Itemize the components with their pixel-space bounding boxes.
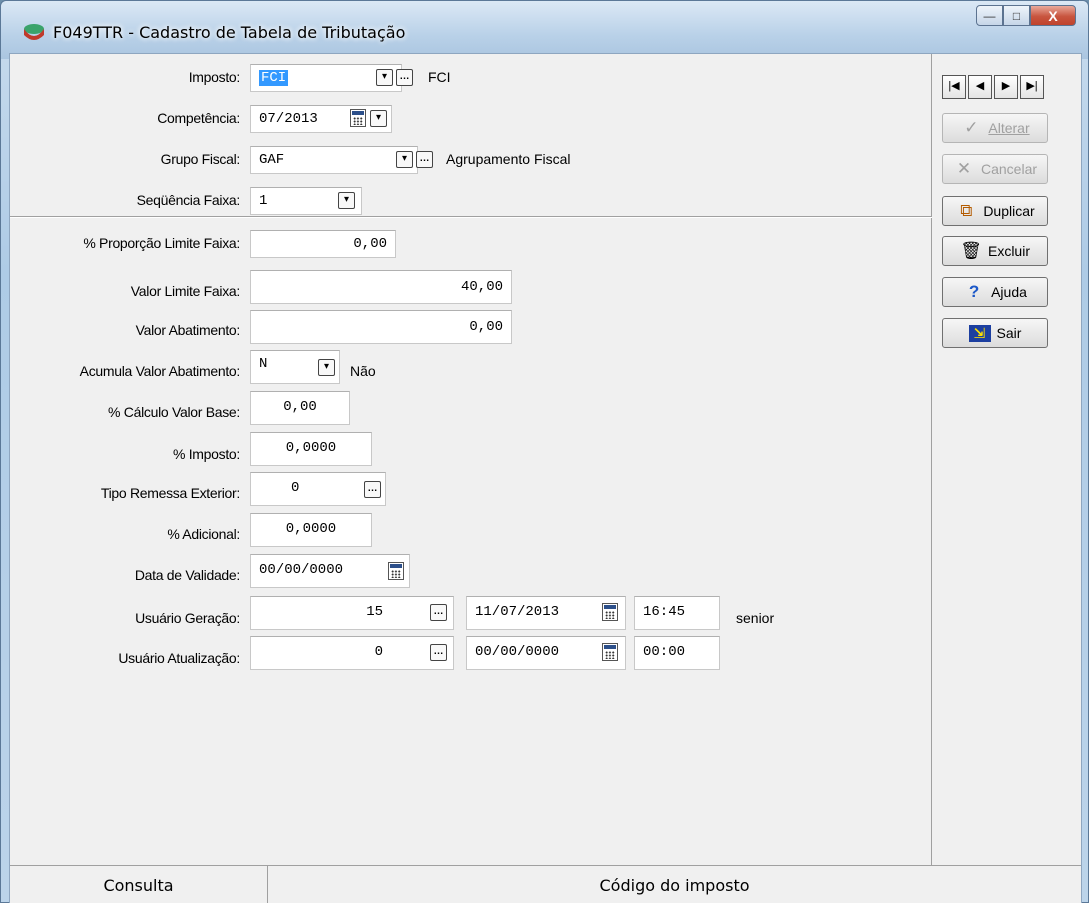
data-validade-input[interactable]: 00/00/0000 bbox=[250, 554, 410, 588]
calendar-icon[interactable] bbox=[350, 109, 366, 127]
valor-limite-input[interactable]: 40,00 bbox=[250, 270, 512, 304]
ajuda-label: Ajuda bbox=[991, 284, 1027, 300]
usuario-geracao-user-input[interactable]: 15 bbox=[250, 596, 454, 630]
usuario-atualizacao-user-input[interactable]: 0 bbox=[250, 636, 454, 670]
alterar-label: Alterar bbox=[988, 120, 1030, 136]
calculo-base-label: % Cálculo Valor Base: bbox=[108, 404, 240, 420]
sair-button[interactable]: ⇲ Sair bbox=[942, 318, 1048, 348]
acumula-abatimento-description: Não bbox=[350, 363, 376, 379]
grupo-fiscal-input[interactable]: GAF bbox=[250, 146, 418, 174]
proporcao-limite-input[interactable]: 0,00 bbox=[250, 230, 396, 258]
last-record-button[interactable]: ▶| bbox=[1020, 75, 1044, 99]
imposto-label: Imposto: bbox=[188, 69, 241, 85]
calculo-base-input[interactable]: 0,00 bbox=[250, 391, 350, 425]
help-icon: ? bbox=[968, 282, 980, 301]
sequencia-faixa-label: Seqüência Faixa: bbox=[136, 192, 241, 208]
competencia-dropdown-icon[interactable]: ▾ bbox=[370, 110, 387, 127]
calendar-icon[interactable] bbox=[602, 603, 618, 621]
cancelar-button[interactable]: ✕ Cancelar bbox=[942, 154, 1048, 184]
excluir-button[interactable]: 🗑 Excluir bbox=[942, 236, 1048, 266]
data-validade-label: Data de Validade: bbox=[134, 567, 240, 583]
close-button[interactable]: X bbox=[1030, 5, 1076, 26]
cancel-icon: ✕ bbox=[956, 159, 972, 178]
usuario-atualizacao-time-input[interactable]: 00:00 bbox=[634, 636, 720, 670]
grupo-fiscal-dropdown-icon[interactable]: ▾ bbox=[396, 151, 413, 168]
status-bar: Consulta Código do imposto bbox=[10, 865, 1081, 903]
first-record-button[interactable]: |◀ bbox=[942, 75, 966, 99]
separator bbox=[10, 216, 932, 218]
check-icon: ✓ bbox=[964, 118, 979, 137]
app-icon bbox=[24, 24, 44, 40]
calendar-icon[interactable] bbox=[388, 562, 404, 580]
imposto-pct-input[interactable]: 0,0000 bbox=[250, 432, 372, 466]
record-navigation: |◀ ◀ ▶ ▶| bbox=[942, 75, 1044, 99]
duplicar-label: Duplicar bbox=[983, 203, 1035, 219]
grupo-fiscal-description: Agrupamento Fiscal bbox=[446, 151, 571, 167]
acumula-abatimento-label: Acumula Valor Abatimento: bbox=[79, 363, 241, 379]
duplicate-icon: ⧉ bbox=[960, 201, 973, 220]
ajuda-button[interactable]: ? Ajuda bbox=[942, 277, 1048, 307]
excluir-label: Excluir bbox=[987, 243, 1030, 259]
previous-record-button[interactable]: ◀ bbox=[968, 75, 992, 99]
valor-limite-label: Valor Limite Faixa: bbox=[130, 283, 241, 299]
proporcao-limite-label: % Proporção Limite Faixa: bbox=[83, 235, 240, 251]
usuario-atualizacao-lookup-icon[interactable]: … bbox=[430, 644, 447, 661]
sequencia-faixa-spin-icon[interactable]: ▾ bbox=[338, 192, 355, 209]
next-record-button[interactable]: ▶ bbox=[994, 75, 1018, 99]
window-controls: — □ X bbox=[976, 5, 1076, 26]
imposto-pct-label: % Imposto: bbox=[172, 446, 240, 462]
alterar-button[interactable]: ✓ Alterar bbox=[942, 113, 1048, 143]
form-area: Imposto: FCI ▾ … FCI Competência: 07/201… bbox=[10, 54, 932, 865]
status-mode: Consulta bbox=[10, 866, 268, 903]
grupo-fiscal-lookup-icon[interactable]: … bbox=[416, 151, 433, 168]
valor-abatimento-label: Valor Abatimento: bbox=[135, 322, 241, 338]
competencia-label: Competência: bbox=[157, 110, 240, 126]
grupo-fiscal-label: Grupo Fiscal: bbox=[160, 151, 241, 167]
usuario-geracao-name: senior bbox=[736, 610, 775, 626]
sair-label: Sair bbox=[996, 325, 1022, 341]
window-title: F049TTR - Cadastro de Tabela de Tributaç… bbox=[53, 23, 406, 42]
usuario-geracao-lookup-icon[interactable]: … bbox=[430, 604, 447, 621]
maximize-button[interactable]: □ bbox=[1003, 5, 1030, 26]
title-bar: F049TTR - Cadastro de Tabela de Tributaç… bbox=[1, 1, 1088, 59]
calendar-icon[interactable] bbox=[602, 643, 618, 661]
app-window: F049TTR - Cadastro de Tabela de Tributaç… bbox=[0, 0, 1089, 903]
status-hint: Código do imposto bbox=[599, 876, 750, 895]
usuario-geracao-time-input[interactable]: 16:45 bbox=[634, 596, 720, 630]
tipo-remessa-label: Tipo Remessa Exterior: bbox=[100, 485, 240, 501]
client-area: Imposto: FCI ▾ … FCI Competência: 07/201… bbox=[9, 53, 1082, 903]
trash-icon: 🗑 bbox=[960, 241, 982, 260]
usuario-atualizacao-label: Usuário Atualização: bbox=[118, 650, 240, 666]
usuario-geracao-label: Usuário Geração: bbox=[135, 610, 240, 626]
imposto-description: FCI bbox=[428, 69, 451, 85]
adicional-label: % Adicional: bbox=[167, 526, 240, 542]
valor-abatimento-input[interactable]: 0,00 bbox=[250, 310, 512, 344]
imposto-dropdown-icon[interactable]: ▾ bbox=[376, 69, 393, 86]
imposto-lookup-icon[interactable]: … bbox=[396, 69, 413, 86]
imposto-value: FCI bbox=[259, 70, 289, 86]
cancelar-label: Cancelar bbox=[980, 161, 1038, 177]
minimize-button[interactable]: — bbox=[976, 5, 1003, 26]
duplicar-button[interactable]: ⧉ Duplicar bbox=[942, 196, 1048, 226]
acumula-abatimento-dropdown-icon[interactable]: ▾ bbox=[318, 359, 335, 376]
exit-icon: ⇲ bbox=[968, 324, 991, 342]
adicional-input[interactable]: 0,0000 bbox=[250, 513, 372, 547]
tipo-remessa-lookup-icon[interactable]: … bbox=[364, 481, 381, 498]
